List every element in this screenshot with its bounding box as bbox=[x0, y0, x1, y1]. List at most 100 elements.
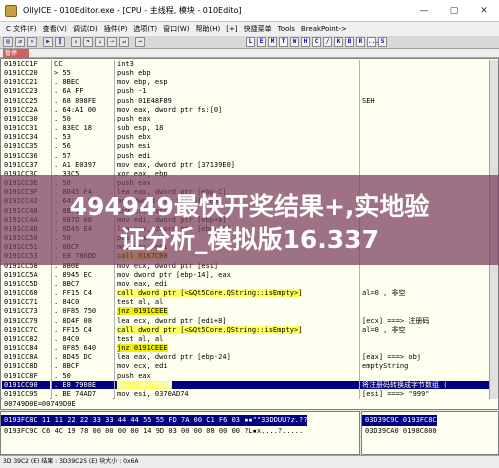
disasm-instruction[interactable]: mov eax, dword ptr [37139E0] bbox=[115, 161, 360, 170]
stack-row[interactable]: 03D39CA0 0198C800 bbox=[362, 426, 437, 437]
disasm-address[interactable]: 0191CC79 bbox=[2, 317, 50, 326]
menu-item[interactable]: Tools bbox=[278, 25, 295, 33]
trace-over-icon[interactable]: ⇢ bbox=[107, 37, 117, 47]
disasm-instruction[interactable]: push eax bbox=[115, 115, 360, 124]
disasm-address[interactable]: 0191CC35 bbox=[2, 142, 50, 151]
disasm-address[interactable]: 0191CC71 bbox=[2, 298, 50, 307]
step-into-icon[interactable]: ↓ bbox=[71, 37, 81, 47]
view-button-0[interactable]: L bbox=[246, 37, 255, 47]
disasm-instruction[interactable]: int3 bbox=[115, 60, 360, 69]
disasm-instruction[interactable]: mov dword ptr [ebp-14], eax bbox=[115, 271, 360, 280]
dump-row[interactable]: 0193FC9C C6 4C 19 78 00 00 00 00 14 9D 0… bbox=[1, 426, 303, 437]
disasm-address[interactable]: 0191CC30 bbox=[2, 115, 50, 124]
run-icon[interactable]: ▶ bbox=[43, 37, 53, 47]
pause-icon[interactable]: ‖ bbox=[55, 37, 65, 47]
disasm-instruction[interactable]: mov ecx, edi bbox=[115, 362, 360, 371]
menu-item[interactable]: 调试(D) bbox=[73, 24, 98, 34]
disasm-address[interactable]: 0191CC5D bbox=[2, 280, 50, 289]
dump-row[interactable]: 0193FC8C 11 11 22 22 33 33 44 44 55 55 F… bbox=[1, 415, 308, 426]
disasm-instruction[interactable]: test al, al bbox=[115, 298, 360, 307]
disasm-instruction[interactable]: push ebp bbox=[115, 69, 360, 78]
disasm-instruction[interactable]: jnz 0191CEEE bbox=[115, 307, 360, 316]
disasm-address[interactable]: 0191CC8F bbox=[2, 372, 50, 381]
disasm-instruction[interactable]: test al, al bbox=[115, 335, 360, 344]
disasm-instruction[interactable]: mov eax, edi bbox=[115, 280, 360, 289]
disasm-instruction[interactable]: mov esi, 0370AD74 bbox=[115, 390, 360, 399]
disasm-instruction[interactable]: lea eax, dword ptr [ebp-24] bbox=[115, 353, 360, 362]
disasm-address[interactable]: 0191CC8D bbox=[2, 362, 50, 371]
view-button-6[interactable]: C bbox=[312, 37, 321, 47]
trace-into-icon[interactable]: ⇣ bbox=[95, 37, 105, 47]
disasm-address[interactable]: 0191CC90 bbox=[2, 380, 50, 390]
disasm-instruction[interactable]: call 00749D0E bbox=[115, 380, 360, 390]
disasm-instruction[interactable]: push edi bbox=[115, 152, 360, 161]
view-button-10[interactable]: R bbox=[356, 37, 365, 47]
view-button-11[interactable]: ... bbox=[367, 37, 379, 47]
stack-row[interactable]: 03D39C9C 0193FC8C bbox=[362, 415, 437, 426]
disasm-address[interactable]: 0191CC95 bbox=[2, 390, 50, 399]
menu-item[interactable]: C 文件(F) bbox=[6, 24, 37, 34]
menu-item[interactable]: 插件(P) bbox=[104, 24, 128, 34]
disasm-address[interactable]: 0191CC21 bbox=[2, 78, 50, 87]
step-over-icon[interactable]: ↷ bbox=[83, 37, 93, 47]
restart-icon[interactable]: ↺ bbox=[15, 37, 25, 47]
disasm-bytes: . 8D4F 08 bbox=[54, 316, 92, 325]
disasm-instruction[interactable]: push ebx bbox=[115, 133, 360, 142]
view-button-8[interactable]: K bbox=[334, 37, 343, 47]
view-button-4[interactable]: W bbox=[290, 37, 299, 47]
disasm-address[interactable]: 0191CC1F bbox=[2, 60, 50, 69]
execute-till-return-icon[interactable]: ↵ bbox=[119, 37, 129, 47]
menu-item[interactable]: 查看(V) bbox=[43, 24, 67, 34]
disasm-address[interactable]: 0191CC25 bbox=[2, 97, 50, 106]
disasm-address[interactable]: 0191CC34 bbox=[2, 133, 50, 142]
disasm-address[interactable]: 0191CC60 bbox=[2, 289, 50, 298]
disasm-address[interactable]: 0191CC7C bbox=[2, 326, 50, 335]
view-button-9[interactable]: B bbox=[345, 37, 354, 47]
menu-item[interactable]: BreakPoint-> bbox=[301, 25, 347, 33]
menu-item[interactable]: 快捷菜单 bbox=[244, 24, 272, 34]
view-button-3[interactable]: T bbox=[279, 37, 288, 47]
disasm-instruction[interactable]: mov ebp, esp bbox=[115, 78, 360, 87]
disasm-instruction[interactable]: jnz 0191CEEE bbox=[115, 344, 360, 353]
view-button-5[interactable]: H bbox=[301, 37, 310, 47]
disasm-bytes: . FF15 C4 bbox=[54, 325, 92, 334]
disasm-address[interactable]: 0191CC73 bbox=[2, 307, 50, 316]
disasm-instruction[interactable]: call dword ptr [<&Qt5Core.QString::isEmp… bbox=[115, 289, 360, 298]
menu-item[interactable]: [+] bbox=[226, 25, 237, 33]
menu-item[interactable]: 帮助(H) bbox=[196, 24, 221, 34]
disasm-instruction[interactable]: push 01E48F89 bbox=[115, 97, 360, 106]
disasm-bytes: . 8BEC bbox=[54, 78, 80, 87]
open-icon[interactable]: ▤ bbox=[3, 37, 13, 47]
disasm-instruction[interactable]: push -1 bbox=[115, 87, 360, 96]
disasm-instruction[interactable]: push esi bbox=[115, 142, 360, 151]
disasm-address[interactable]: 0191CC36 bbox=[2, 152, 50, 161]
close-file-icon[interactable]: ✕ bbox=[27, 37, 37, 47]
goto-icon[interactable]: → bbox=[135, 37, 145, 47]
view-button-12[interactable]: S bbox=[378, 37, 387, 47]
disasm-address[interactable]: 0191CC5A bbox=[2, 271, 50, 280]
disasm-instruction[interactable]: sub esp, 18 bbox=[115, 124, 360, 133]
stack-pane[interactable]: 03D39C9C 0193FC8C 03D39CA0 0198C800 bbox=[361, 411, 499, 455]
close-button[interactable]: ✕ bbox=[469, 0, 499, 22]
disasm-address[interactable]: 0191CC82 bbox=[2, 335, 50, 344]
disasm-address[interactable]: 0191CC2A bbox=[2, 106, 50, 115]
view-button-7[interactable]: / bbox=[323, 37, 332, 47]
disasm-instruction[interactable]: lea ecx, dword ptr [edi+8] bbox=[115, 317, 360, 326]
view-button-2[interactable]: M bbox=[268, 37, 277, 47]
memory-dump-pane[interactable]: 0193FC8C 11 11 22 22 33 33 44 44 55 55 F… bbox=[0, 411, 360, 455]
minimize-button[interactable]: — bbox=[409, 0, 439, 22]
disasm-address[interactable]: 0191CC20 bbox=[2, 69, 50, 78]
disasm-address[interactable]: 0191CC23 bbox=[2, 87, 50, 96]
menu-item[interactable]: 选项(T) bbox=[133, 24, 157, 34]
maximize-button[interactable]: ▢ bbox=[439, 0, 469, 22]
disasm-instruction[interactable]: push eax bbox=[115, 372, 360, 381]
toolbar: ▤ ↺ ✕ ▶ ‖ ↓ ↷ ⇣ ⇢ ↵ → L E M T W H C / K B R... S bbox=[0, 36, 499, 49]
disasm-address[interactable]: 0191CC37 bbox=[2, 161, 50, 170]
disasm-instruction[interactable]: call dword ptr [<&Qt5Core.QString::isEmp… bbox=[115, 325, 360, 335]
disasm-instruction[interactable]: mov eax, dword ptr fs:[0] bbox=[115, 106, 360, 115]
view-button-1[interactable]: E bbox=[257, 37, 266, 47]
disasm-address[interactable]: 0191CC31 bbox=[2, 124, 50, 133]
menu-item[interactable]: 窗口(W) bbox=[163, 24, 189, 34]
disasm-address[interactable]: 0191CC84 bbox=[2, 344, 50, 353]
disasm-address[interactable]: 0191CC8A bbox=[2, 353, 50, 362]
